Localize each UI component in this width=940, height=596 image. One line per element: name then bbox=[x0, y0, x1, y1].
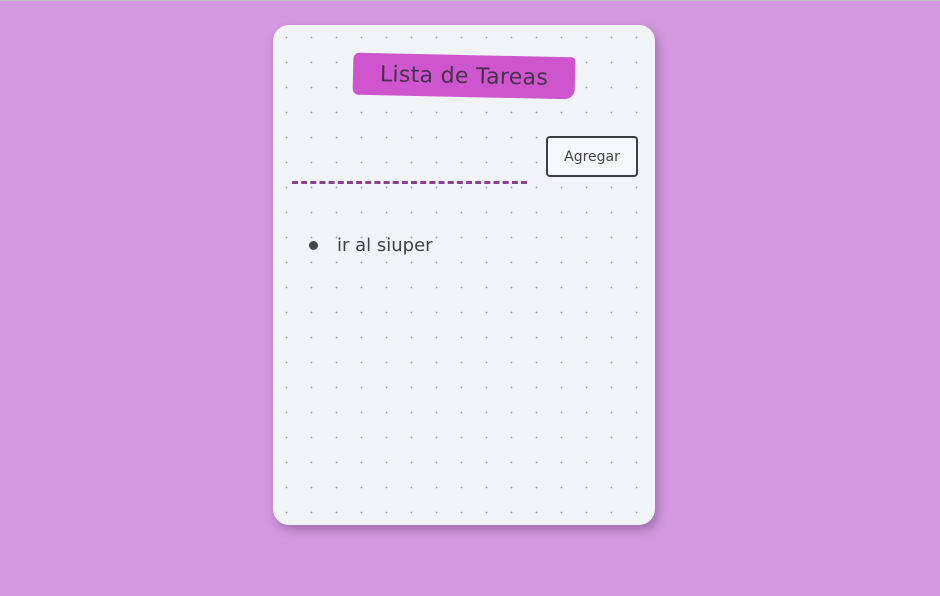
add-button[interactable]: Agregar bbox=[546, 136, 638, 177]
task-text: ir al siuper bbox=[337, 234, 433, 256]
task-input[interactable] bbox=[292, 165, 527, 184]
task-item[interactable]: ir al siuper bbox=[309, 233, 433, 257]
task-list: ir al siuper bbox=[309, 233, 433, 257]
title-banner: Lista de Tareas bbox=[352, 52, 576, 100]
bullet-icon bbox=[309, 240, 318, 250]
page-title: Lista de Tareas bbox=[379, 61, 549, 91]
todo-card: Lista de Tareas Agregar ir al siuper bbox=[273, 25, 655, 525]
